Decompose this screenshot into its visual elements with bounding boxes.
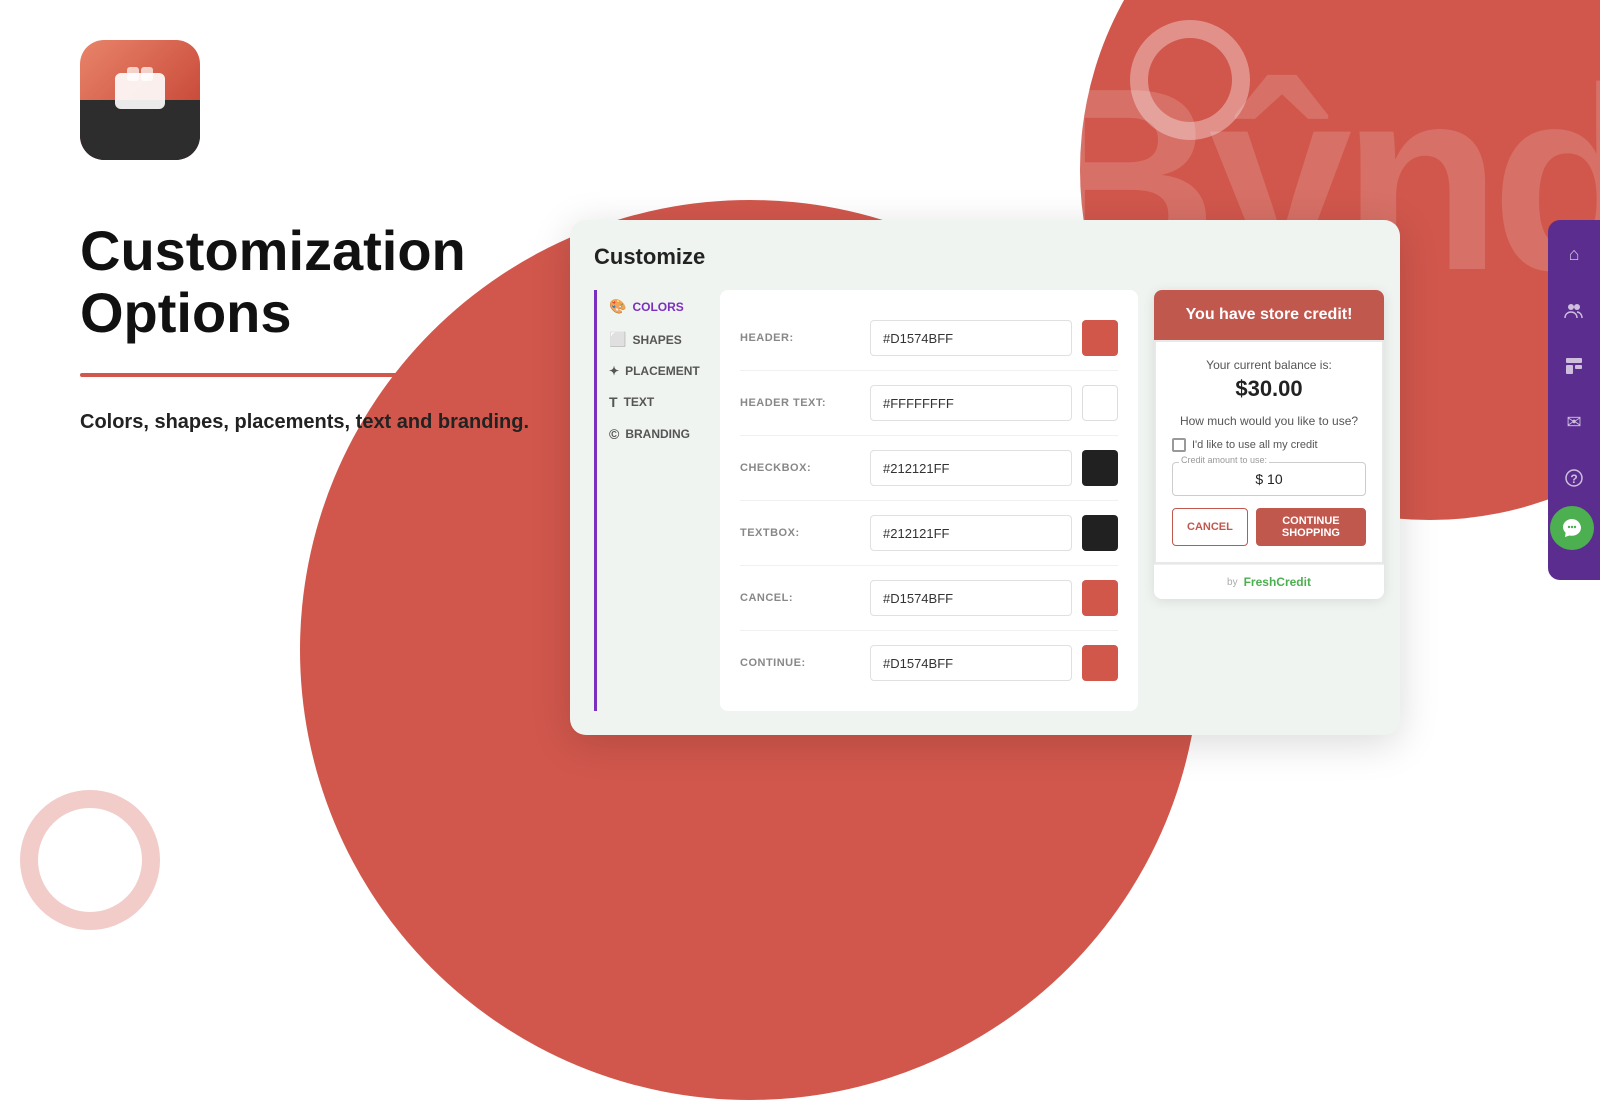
credit-amount-wrap: Credit amount to use: $ 10 bbox=[1172, 462, 1366, 496]
color-input-checkbox[interactable] bbox=[870, 450, 1072, 486]
left-content: Customization Options Colors, shapes, pl… bbox=[80, 220, 529, 437]
deco-ring-top-right bbox=[1130, 20, 1250, 140]
main-title: Customization Options bbox=[80, 220, 529, 343]
powered-by-label: by bbox=[1227, 577, 1238, 588]
sidebar-item-branding[interactable]: © BRANDING bbox=[605, 418, 704, 450]
color-input-wrap-textbox bbox=[870, 515, 1118, 551]
color-input-continue[interactable] bbox=[870, 645, 1072, 681]
sidebar-item-shapes[interactable]: ⬜ SHAPES bbox=[605, 323, 704, 356]
color-input-wrap-checkbox bbox=[870, 450, 1118, 486]
svg-text:?: ? bbox=[1570, 472, 1577, 486]
card-question: How much would you like to use? bbox=[1172, 414, 1366, 428]
cancel-button[interactable]: CANCEL bbox=[1172, 508, 1248, 546]
use-all-credit-checkbox[interactable] bbox=[1172, 438, 1186, 452]
color-input-header[interactable] bbox=[870, 320, 1072, 356]
color-row-header: HEADER: bbox=[740, 306, 1118, 371]
color-swatch-continue[interactable] bbox=[1082, 645, 1118, 681]
preview-widget: You have store credit! Your current bala… bbox=[1154, 290, 1384, 711]
divider-line bbox=[80, 373, 480, 377]
store-credit-card: You have store credit! Your current bala… bbox=[1154, 290, 1384, 599]
credit-field-value: $ 10 bbox=[1181, 465, 1357, 493]
sidebar-item-shapes-label: SHAPES bbox=[632, 333, 681, 347]
subtitle-text: Colors, shapes, placements, text and bra… bbox=[80, 407, 529, 437]
color-row-textbox: TEXTBOX: bbox=[740, 501, 1118, 566]
deco-ring-bottom-left bbox=[20, 790, 160, 930]
color-input-textbox[interactable] bbox=[870, 515, 1072, 551]
app-logo-icon bbox=[80, 40, 200, 160]
chat-bubble-button[interactable] bbox=[1550, 506, 1594, 550]
color-swatch-checkbox[interactable] bbox=[1082, 450, 1118, 486]
sidebar-icon-mail[interactable]: ✉ bbox=[1556, 404, 1592, 440]
sidebar-item-colors-label: COLORS bbox=[632, 300, 683, 314]
checkbox-row: I'd like to use all my credit bbox=[1172, 438, 1366, 452]
sidebar-item-text-label: TEXT bbox=[624, 395, 655, 409]
card-header-text: You have store credit! bbox=[1170, 306, 1368, 324]
sidebar-item-branding-label: BRANDING bbox=[625, 427, 690, 441]
color-row-cancel: CANCEL: bbox=[740, 566, 1118, 631]
color-label-checkbox: CHECKBOX: bbox=[740, 462, 870, 474]
customize-panel: Customize 🎨 COLORS ⬜ SHAPES ✦ PLACEMENT … bbox=[570, 220, 1400, 735]
sidebar-nav: 🎨 COLORS ⬜ SHAPES ✦ PLACEMENT T TEXT © B… bbox=[594, 290, 704, 711]
sidebar-item-text[interactable]: T TEXT bbox=[605, 386, 704, 418]
sidebar-icon-home[interactable]: ⌂ bbox=[1556, 236, 1592, 272]
color-row-continue: CONTINUE: bbox=[740, 631, 1118, 695]
color-row-header_text: HEADER TEXT: bbox=[740, 371, 1118, 436]
color-swatch-header[interactable] bbox=[1082, 320, 1118, 356]
color-label-continue: CONTINUE: bbox=[740, 657, 870, 669]
card-balance-label: Your current balance is: bbox=[1172, 358, 1366, 372]
color-row-checkbox: CHECKBOX: bbox=[740, 436, 1118, 501]
color-settings-panel: HEADER: HEADER TEXT: CHECKBOX: TEXTBOX: CANC… bbox=[720, 290, 1138, 711]
color-input-wrap-header_text bbox=[870, 385, 1118, 421]
sidebar-item-colors[interactable]: 🎨 COLORS bbox=[605, 290, 704, 323]
card-powered: by FreshCredit bbox=[1154, 564, 1384, 599]
branding-icon: © bbox=[609, 426, 619, 442]
card-buttons: CANCEL CONTINUE SHOPPING bbox=[1172, 508, 1366, 546]
sidebar-icon-template[interactable] bbox=[1556, 348, 1592, 384]
color-swatch-cancel[interactable] bbox=[1082, 580, 1118, 616]
logo-box bbox=[80, 40, 200, 160]
sidebar-icon-users[interactable] bbox=[1556, 292, 1592, 328]
sidebar-item-placement-label: PLACEMENT bbox=[625, 364, 700, 378]
credit-field-label: Credit amount to use: bbox=[1179, 455, 1269, 465]
continue-shopping-button[interactable]: CONTINUE SHOPPING bbox=[1256, 508, 1366, 546]
sidebar-item-placement[interactable]: ✦ PLACEMENT bbox=[605, 356, 704, 386]
panel-title: Customize bbox=[594, 244, 1376, 270]
color-rows-container: HEADER: HEADER TEXT: CHECKBOX: TEXTBOX: CANC… bbox=[740, 306, 1118, 695]
color-label-cancel: CANCEL: bbox=[740, 592, 870, 604]
shapes-icon: ⬜ bbox=[609, 331, 626, 348]
panel-body: 🎨 COLORS ⬜ SHAPES ✦ PLACEMENT T TEXT © B… bbox=[594, 290, 1376, 711]
credit-amount-field[interactable]: Credit amount to use: $ 10 bbox=[1172, 462, 1366, 496]
color-label-textbox: TEXTBOX: bbox=[740, 527, 870, 539]
color-swatch-textbox[interactable] bbox=[1082, 515, 1118, 551]
text-icon: T bbox=[609, 394, 618, 410]
color-input-wrap-cancel bbox=[870, 580, 1118, 616]
card-header: You have store credit! bbox=[1154, 290, 1384, 340]
card-body: Your current balance is: $30.00 How much… bbox=[1154, 340, 1384, 564]
right-sidebar: ⌂ ✉ ? bbox=[1548, 220, 1600, 580]
sidebar-icon-help[interactable]: ? bbox=[1556, 460, 1592, 496]
placement-icon: ✦ bbox=[609, 364, 619, 378]
freshcredit-logo: FreshCredit bbox=[1244, 575, 1311, 589]
color-input-wrap-continue bbox=[870, 645, 1118, 681]
card-balance: $30.00 bbox=[1172, 376, 1366, 402]
color-label-header_text: HEADER TEXT: bbox=[740, 397, 870, 409]
checkbox-label: I'd like to use all my credit bbox=[1192, 439, 1318, 451]
color-label-header: HEADER: bbox=[740, 332, 870, 344]
colors-icon: 🎨 bbox=[609, 298, 626, 315]
color-input-cancel[interactable] bbox=[870, 580, 1072, 616]
color-input-wrap-header bbox=[870, 320, 1118, 356]
color-swatch-header_text[interactable] bbox=[1082, 385, 1118, 421]
color-input-header_text[interactable] bbox=[870, 385, 1072, 421]
